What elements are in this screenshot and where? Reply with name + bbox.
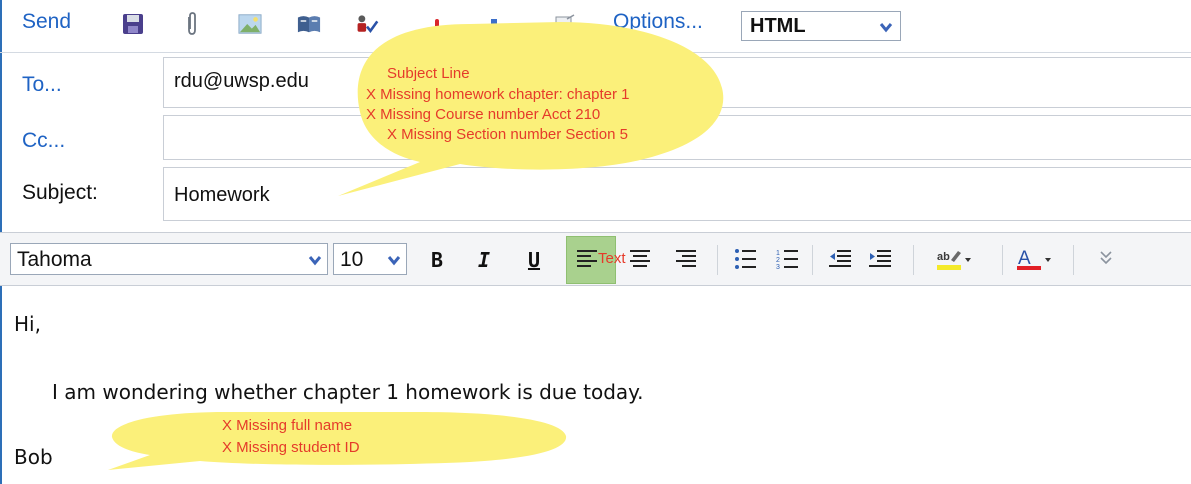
callout-shapes bbox=[108, 22, 724, 470]
subject-callout-line: Subject Line bbox=[387, 65, 470, 82]
signature-callout-line: X Missing student ID bbox=[222, 439, 360, 456]
subject-callout-line: X Missing Course number Acct 210 bbox=[366, 106, 601, 123]
subject-callout-line: X Missing Section number Section 5 bbox=[387, 126, 628, 143]
subject-callout-line: X Missing homework chapter: chapter 1 bbox=[366, 86, 630, 103]
signature-callout-line: X Missing full name bbox=[222, 417, 353, 434]
